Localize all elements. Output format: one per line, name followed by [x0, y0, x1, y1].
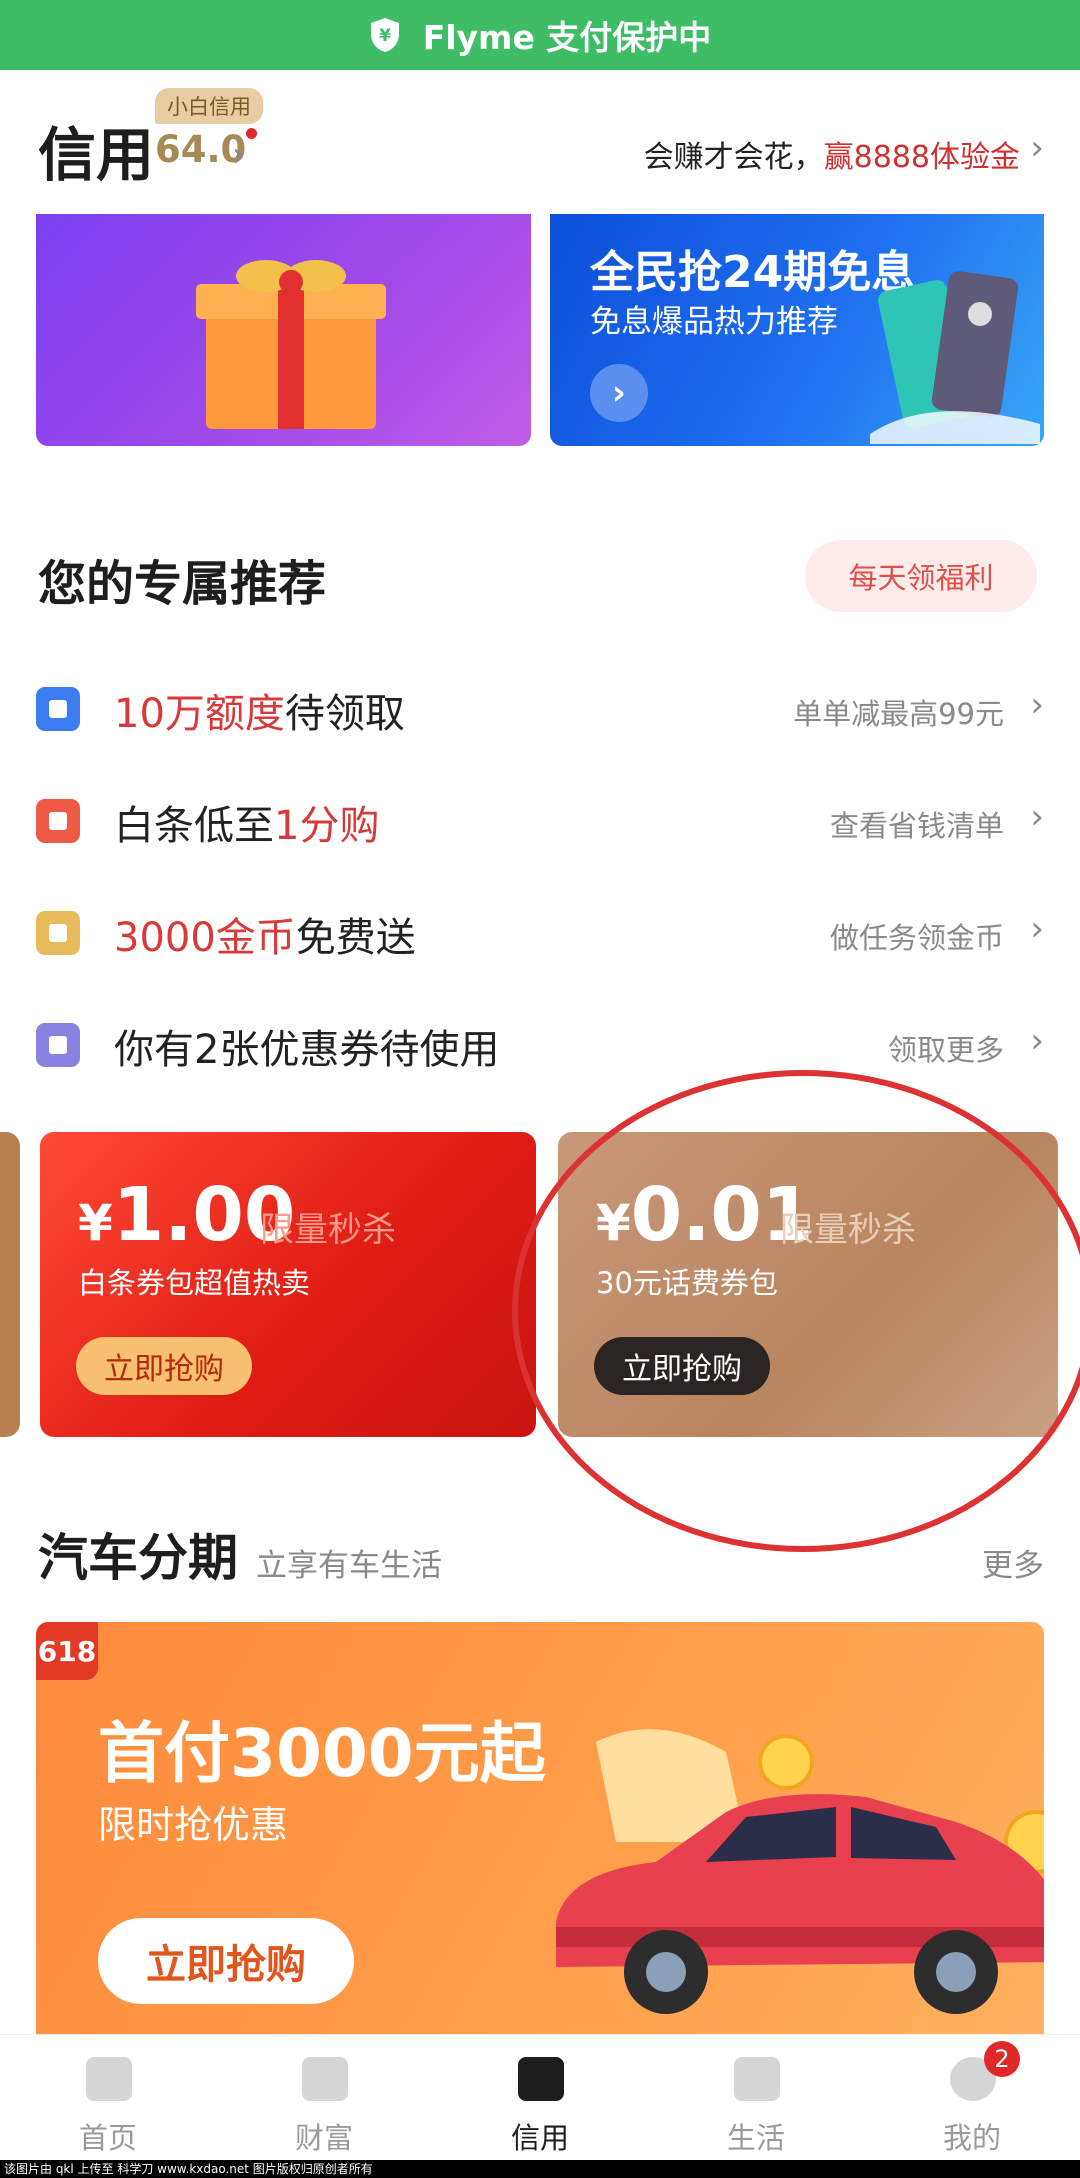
home-icon [86, 2057, 132, 2101]
phone-illustration [870, 271, 1040, 444]
chevron-right-icon: › [1030, 909, 1044, 949]
chevron-right-icon: › [1030, 128, 1044, 168]
coupon-tag: 限量秒杀 [260, 1210, 396, 1250]
wallet-icon [302, 2057, 348, 2101]
gift-box-icon [196, 260, 386, 429]
chevron-right-icon: › [1030, 1021, 1044, 1061]
chevron-right-icon: › [1030, 685, 1044, 725]
nav-wealth[interactable]: 财富 [216, 2035, 432, 2161]
bottom-nav: 首页 财富 信用 生活 2 我的 [0, 2034, 1080, 2161]
section-subtitle-car-loan: 立享有车生活 [256, 1548, 442, 1584]
card-icon [36, 799, 80, 843]
shield-icon: ¥ [370, 18, 399, 52]
notification-dot [246, 128, 257, 139]
nav-label: 生活 [726, 2121, 785, 2155]
status-bar: ¥ Flyme 支付保护中 [0, 0, 1080, 70]
nav-label: 财富 [294, 2121, 353, 2155]
row-label: 10万额度待领取 [114, 691, 405, 737]
recommend-row[interactable]: 你有2张优惠券待使用 领取更多 › [36, 1003, 1044, 1083]
recommend-row[interactable]: 3000金币免费送 做任务领金币 › [36, 891, 1044, 971]
nav-label: 首页 [78, 2121, 137, 2155]
nav-label: 我的 [942, 2121, 1001, 2155]
banner-subtitle: 免息爆品热力推荐 [590, 304, 838, 340]
car-illustration [556, 1729, 1044, 2014]
banner-title: 全民抢24期免息 [590, 247, 916, 298]
section-title-recommend: 您的专属推荐 [38, 556, 327, 612]
previous-card-edge[interactable] [0, 1132, 20, 1437]
row-label: 白条低至1分购 [114, 803, 380, 849]
bag-icon [36, 687, 80, 731]
buy-now-button[interactable]: 立即抢购 [76, 1337, 252, 1395]
banner-subtitle: 限时抢优惠 [98, 1803, 289, 1847]
car-loan-banner[interactable]: 618 首付3000元起 限时抢优惠 立即抢购 [36, 1622, 1044, 2034]
chevron-right-icon: › [1030, 797, 1044, 837]
section-title-car-loan: 汽车分期 [38, 1529, 238, 1587]
promo-highlight: 赢8888体验金 [823, 140, 1020, 175]
recommend-row[interactable]: 白条低至1分购 查看省钱清单 › [36, 779, 1044, 859]
nav-home[interactable]: 首页 [0, 2035, 216, 2161]
chevron-right-icon: › [232, 135, 246, 175]
annotation-circle [512, 1070, 1080, 1552]
row-right-text: 做任务领金币 [829, 921, 1004, 955]
row-right-text: 单单减最高99元 [793, 697, 1004, 731]
credit-icon [518, 2057, 564, 2101]
earn-promo-link[interactable]: 会赚才会花，赢8888体验金 [644, 132, 1020, 176]
row-right-text: 领取更多 [887, 1033, 1004, 1067]
coupon-desc: 白条券包超值热卖 [78, 1266, 311, 1300]
page-title: 信用 [38, 121, 155, 189]
svg-text:¥: ¥ [379, 26, 391, 46]
banner-title: 首付3000元起 [98, 1715, 546, 1792]
notification-badge: 2 [984, 2041, 1020, 2077]
gift-icon [36, 1023, 80, 1067]
sale-618-tag: 618 [36, 1622, 98, 1680]
promo-prefix: 会赚才会花， [643, 140, 824, 175]
gift-banner[interactable] [36, 214, 531, 446]
shopping-bag-icon [734, 2057, 780, 2101]
coupon-card[interactable]: ¥1.00 限量秒杀 白条券包超值热卖 立即抢购 [40, 1132, 536, 1437]
row-label: 你有2张优惠券待使用 [114, 1027, 500, 1073]
row-label: 3000金币免费送 [114, 915, 416, 961]
watermark: 该图片由 qkl 上传至 科学刀 www.kxdao.net 图片版权归原创者所… [0, 2160, 1080, 2178]
recommend-row[interactable]: 10万额度待领取 单单减最高99元 › [36, 667, 1044, 747]
row-right-text: 查看省钱清单 [829, 809, 1004, 843]
nav-credit[interactable]: 信用 [432, 2035, 648, 2161]
interest-free-banner[interactable]: 全民抢24期免息 免息爆品热力推荐 › [550, 214, 1044, 446]
nav-me[interactable]: 2 我的 [864, 2035, 1080, 2161]
daily-benefit-button[interactable]: 每天领福利 [805, 540, 1037, 612]
credit-badge: 小白信用 [155, 88, 263, 124]
more-link[interactable]: 更多 [982, 1540, 1044, 1585]
nav-label: 信用 [510, 2121, 569, 2155]
arrow-right-icon[interactable]: › [590, 364, 648, 422]
coin-icon [36, 911, 80, 955]
nav-life[interactable]: 生活 [648, 2035, 864, 2161]
status-bar-text: Flyme 支付保护中 [422, 18, 712, 57]
buy-now-button[interactable]: 立即抢购 [98, 1918, 354, 2004]
